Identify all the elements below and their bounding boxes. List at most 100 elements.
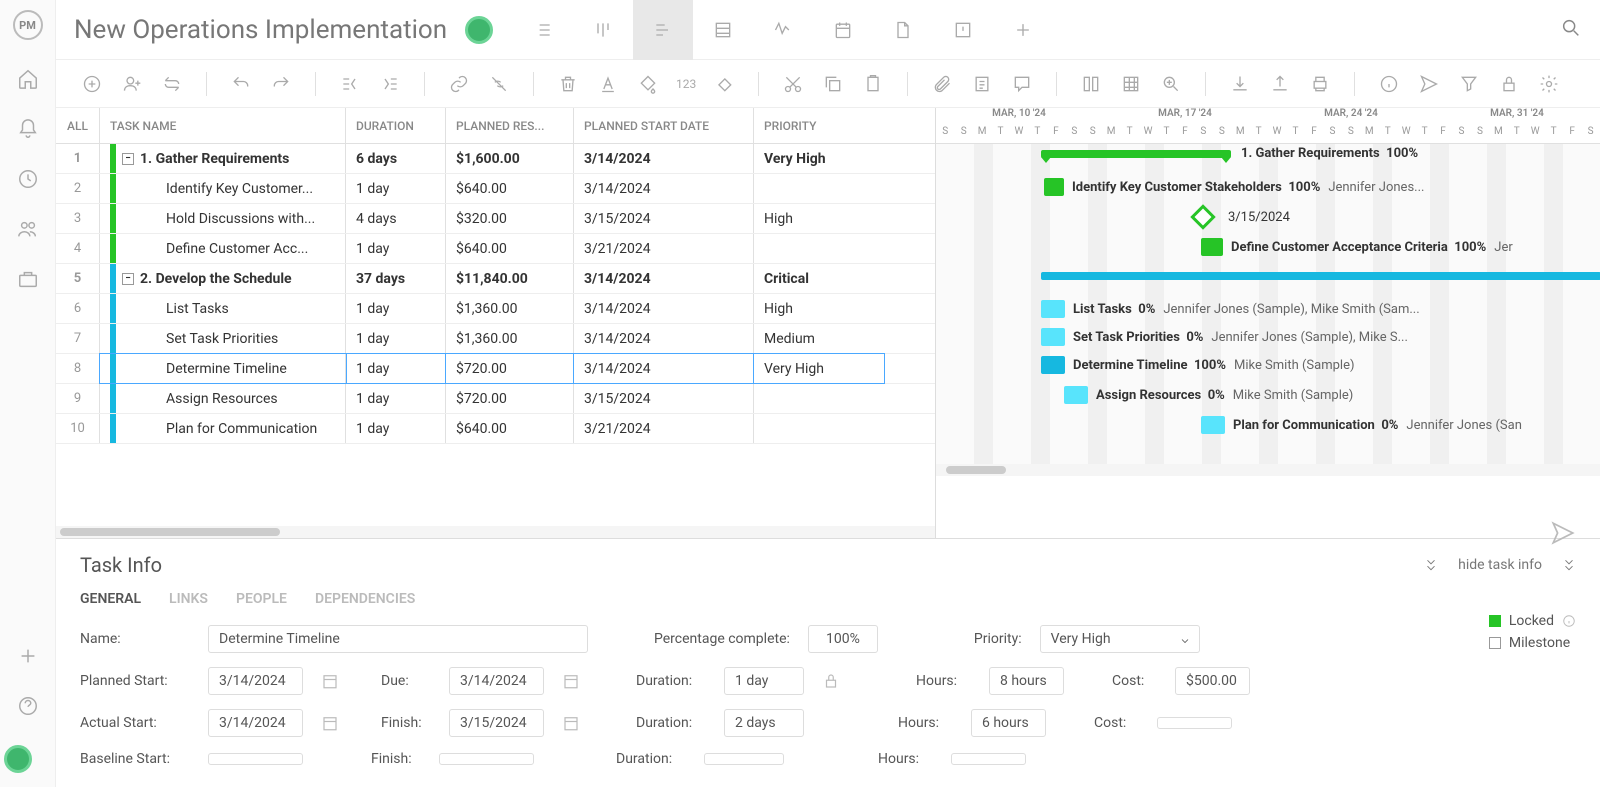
status-view-tab[interactable] <box>753 0 813 60</box>
due-field[interactable]: 3/14/2024 <box>449 667 544 695</box>
cost-field[interactable]: $500.00 <box>1175 667 1250 695</box>
paste-button[interactable] <box>861 72 885 96</box>
pct-field[interactable]: 100% <box>808 625 878 653</box>
gantt-scrollbar[interactable] <box>936 464 1600 476</box>
indent-button[interactable] <box>378 72 402 96</box>
add-view-tab[interactable] <box>993 0 1053 60</box>
calendar-icon[interactable] <box>321 672 339 690</box>
plus-icon[interactable] <box>17 645 39 667</box>
user-avatar-icon[interactable] <box>4 745 32 773</box>
finish3-field[interactable] <box>439 753 534 765</box>
info-button[interactable] <box>1377 72 1401 96</box>
tab-people[interactable]: PEOPLE <box>236 591 287 607</box>
col-duration[interactable]: DURATION <box>346 108 446 143</box>
sync-button[interactable] <box>160 72 184 96</box>
send-plane-icon[interactable] <box>1550 520 1576 550</box>
team-icon[interactable] <box>17 218 39 240</box>
sheet-view-tab[interactable] <box>693 0 753 60</box>
zoom-button[interactable] <box>1159 72 1183 96</box>
gantt-bar[interactable]: Set Task Priorities 0%Jennifer Jones (Sa… <box>1041 328 1065 346</box>
send-button[interactable] <box>1417 72 1441 96</box>
text-color-button[interactable] <box>596 72 620 96</box>
note-button[interactable] <box>970 72 994 96</box>
col-all[interactable]: ALL <box>56 108 100 143</box>
gantt-bar[interactable]: Define Customer Acceptance Criteria 100%… <box>1201 238 1223 256</box>
priority-select[interactable]: Very High <box>1040 625 1200 653</box>
add-task-button[interactable] <box>80 72 104 96</box>
export-button[interactable] <box>1268 72 1292 96</box>
grid-scrollbar[interactable] <box>56 526 935 538</box>
planned-start-field[interactable]: 3/14/2024 <box>208 667 303 695</box>
hours-field[interactable]: 8 hours <box>989 667 1064 695</box>
col-resources[interactable]: PLANNED RES... <box>446 108 574 143</box>
gantt-bar[interactable]: Assign Resources 0%Mike Smith (Sample) <box>1064 386 1088 404</box>
briefcase-icon[interactable] <box>17 268 39 290</box>
attach-button[interactable] <box>930 72 954 96</box>
table-row[interactable]: 9 Assign Resources 1 day $720.00 3/15/20… <box>56 384 935 414</box>
filter-button[interactable] <box>1457 72 1481 96</box>
list-view-tab[interactable] <box>513 0 573 60</box>
board-view-tab[interactable] <box>573 0 633 60</box>
baseline-start-field[interactable] <box>208 753 303 765</box>
undo-button[interactable] <box>229 72 253 96</box>
finish-field[interactable]: 3/15/2024 <box>449 709 544 737</box>
gantt-bar[interactable]: List Tasks 0%Jennifer Jones (Sample), Mi… <box>1041 300 1065 318</box>
duration2-field[interactable]: 2 days <box>724 709 804 737</box>
outdent-button[interactable] <box>338 72 362 96</box>
search-icon[interactable] <box>1560 17 1582 43</box>
table-row[interactable]: 8 Determine Timeline 1 day $720.00 3/14/… <box>56 354 935 384</box>
expander-icon[interactable]: − <box>122 273 134 285</box>
duration-field[interactable]: 1 day <box>724 667 804 695</box>
fill-color-button[interactable] <box>636 72 660 96</box>
table-row[interactable]: 10 Plan for Communication 1 day $640.00 … <box>56 414 935 444</box>
tab-general[interactable]: GENERAL <box>80 591 141 607</box>
risk-view-tab[interactable] <box>933 0 993 60</box>
bell-icon[interactable] <box>17 118 39 140</box>
delete-button[interactable] <box>556 72 580 96</box>
calendar-icon[interactable] <box>321 714 339 732</box>
gantt-bar[interactable]: Determine Timeline 100%Mike Smith (Sampl… <box>1041 356 1065 374</box>
gantt-view-tab[interactable] <box>633 0 693 60</box>
calendar-icon[interactable] <box>562 714 580 732</box>
tab-dependencies[interactable]: DEPENDENCIES <box>315 591 415 607</box>
print-button[interactable] <box>1308 72 1332 96</box>
milestone-button[interactable] <box>712 72 736 96</box>
cost2-field[interactable] <box>1157 717 1232 729</box>
columns-button[interactable] <box>1079 72 1103 96</box>
pm-logo[interactable]: PM <box>13 10 43 40</box>
file-view-tab[interactable] <box>873 0 933 60</box>
tab-links[interactable]: LINKS <box>169 591 208 607</box>
name-field[interactable]: Determine Timeline <box>208 625 588 653</box>
col-start[interactable]: PLANNED START DATE <box>574 108 754 143</box>
copy-button[interactable] <box>821 72 845 96</box>
link-button[interactable] <box>447 72 471 96</box>
col-name[interactable]: TASK NAME <box>100 108 346 143</box>
import-button[interactable] <box>1228 72 1252 96</box>
assign-button[interactable] <box>120 72 144 96</box>
grid-button[interactable] <box>1119 72 1143 96</box>
project-avatar-icon[interactable] <box>465 16 493 44</box>
calendar-view-tab[interactable] <box>813 0 873 60</box>
actual-start-field[interactable]: 3/14/2024 <box>208 709 303 737</box>
duration3-field[interactable] <box>704 753 784 765</box>
comment-button[interactable] <box>1010 72 1034 96</box>
clock-icon[interactable] <box>17 168 39 190</box>
table-row[interactable]: 6 List Tasks 1 day $1,360.00 3/14/2024 H… <box>56 294 935 324</box>
unlink-button[interactable] <box>487 72 511 96</box>
home-icon[interactable] <box>17 68 39 90</box>
col-priority[interactable]: PRIORITY <box>754 108 884 143</box>
table-row[interactable]: 4 Define Customer Acc... 1 day $640.00 3… <box>56 234 935 264</box>
settings-button[interactable] <box>1537 72 1561 96</box>
gantt-bar[interactable]: Identify Key Customer Stakeholders 100%J… <box>1044 178 1064 196</box>
table-row[interactable]: 7 Set Task Priorities 1 day $1,360.00 3/… <box>56 324 935 354</box>
table-row[interactable]: 5 −2. Develop the Schedule 37 days $11,8… <box>56 264 935 294</box>
expander-icon[interactable]: − <box>122 153 134 165</box>
info-icon[interactable] <box>1562 614 1576 628</box>
help-icon[interactable] <box>17 695 39 717</box>
table-row[interactable]: 2 Identify Key Customer... 1 day $640.00… <box>56 174 935 204</box>
hours2-field[interactable]: 6 hours <box>971 709 1046 737</box>
table-row[interactable]: 1 −1. Gather Requirements 6 days $1,600.… <box>56 144 935 174</box>
cut-button[interactable] <box>781 72 805 96</box>
lock-button[interactable] <box>1497 72 1521 96</box>
hours3-field[interactable] <box>951 753 1026 765</box>
